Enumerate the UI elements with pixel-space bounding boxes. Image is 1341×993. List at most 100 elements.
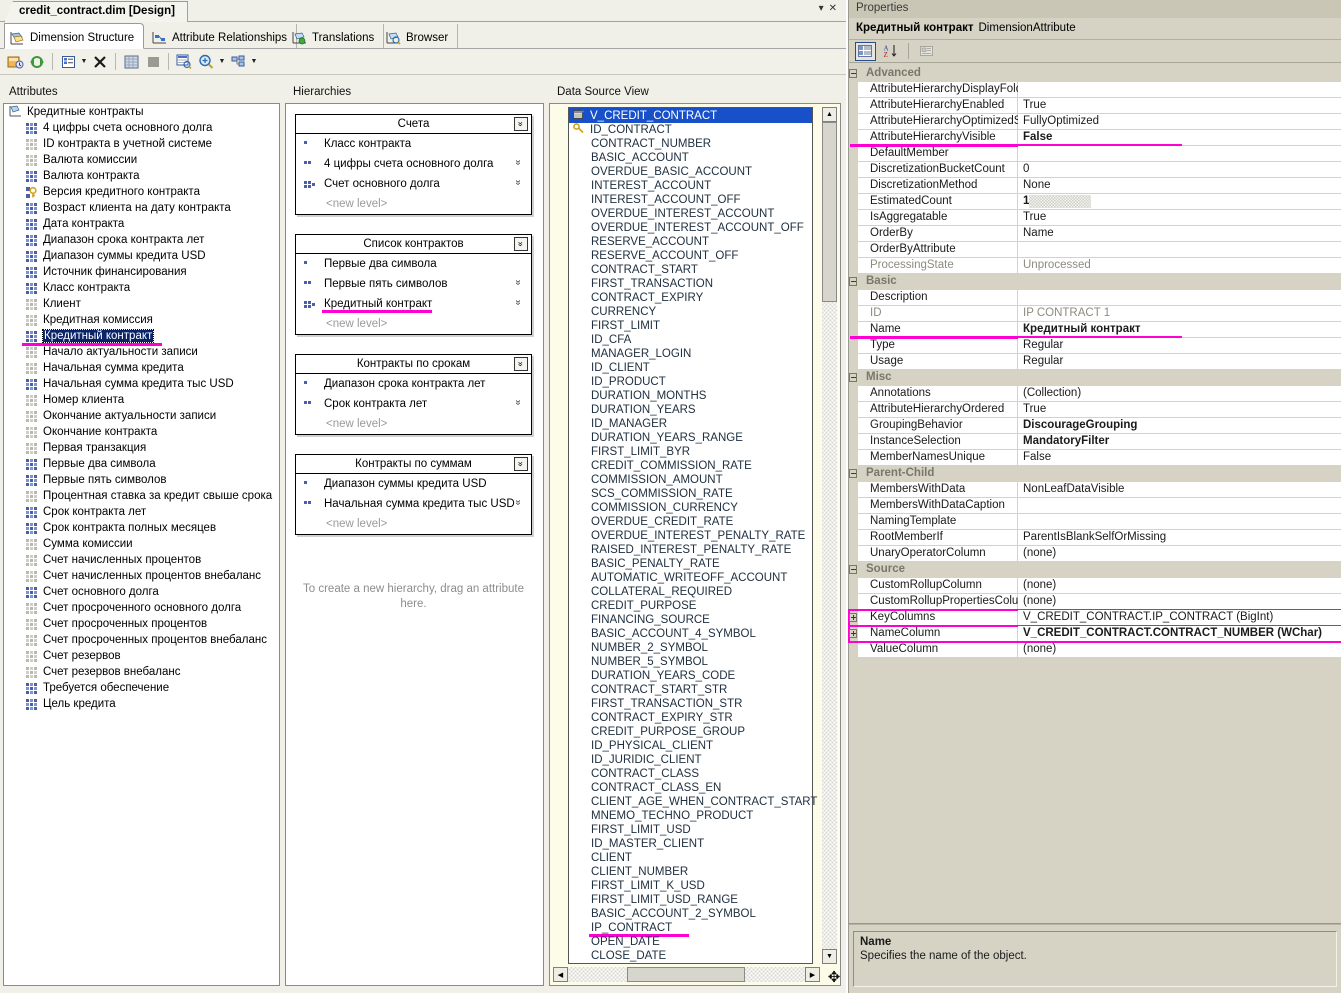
dsv-column-row[interactable]: BASIC_PENALTY_RATE: [569, 557, 812, 571]
dsv-column-row[interactable]: ID_PHYSICAL_CLIENT: [569, 739, 812, 753]
property-value[interactable]: [1018, 290, 1341, 305]
dsv-column-row[interactable]: MANAGER_LOGIN: [569, 347, 812, 361]
property-row[interactable]: ID IP CONTRACT 1: [849, 306, 1341, 322]
dsv-column-row[interactable]: DURATION_YEARS_RANGE: [569, 431, 812, 445]
property-value[interactable]: Unprocessed: [1018, 258, 1341, 273]
property-category-row[interactable]: Parent-Child: [849, 466, 1341, 482]
hierarchy-title-bar[interactable]: Список контрактов »: [296, 235, 531, 254]
property-category-row[interactable]: Advanced: [849, 66, 1341, 82]
dsv-column-row[interactable]: ID_PRODUCT: [569, 375, 812, 389]
collapse-icon[interactable]: [849, 69, 857, 78]
dsv-column-row[interactable]: OVERDUE_CREDIT_RATE: [569, 515, 812, 529]
attribute-list-item[interactable]: Цель кредита: [4, 696, 279, 712]
dsv-horizontal-scrollbar[interactable]: ◀ ▶: [553, 967, 820, 982]
property-value[interactable]: NonLeafDataVisible: [1018, 482, 1341, 497]
property-row[interactable]: NameColumn V_CREDIT_CONTRACT.CONTRACT_NUM…: [848, 625, 1341, 643]
attribute-list-item[interactable]: Счет просроченных процентов внебаланс: [4, 632, 279, 648]
property-value[interactable]: [1018, 498, 1341, 513]
property-value[interactable]: 1: [1018, 194, 1341, 209]
dsv-column-row[interactable]: ID_JURIDIC_CLIENT: [569, 753, 812, 767]
dsv-column-row[interactable]: NUMBER_2_SYMBOL: [569, 641, 812, 655]
dsv-column-row[interactable]: CONTRACT_EXPIRY: [569, 291, 812, 305]
dsv-column-row[interactable]: CLIENT_NUMBER: [569, 865, 812, 879]
property-value[interactable]: 0: [1018, 162, 1341, 177]
dsv-column-row[interactable]: CREDIT_PURPOSE_GROUP: [569, 725, 812, 739]
dsv-column-row[interactable]: FIRST_LIMIT_USD: [569, 823, 812, 837]
hierarchy-title-bar[interactable]: Счета »: [296, 115, 531, 134]
show-attributes-list-icon[interactable]: [57, 51, 79, 72]
attribute-list-item[interactable]: Диапазон суммы кредита USD: [4, 248, 279, 264]
dsv-column-row[interactable]: COMMISSION_CURRENCY: [569, 501, 812, 515]
property-row[interactable]: Usage Regular: [849, 354, 1341, 370]
property-value[interactable]: [1018, 146, 1341, 161]
property-value[interactable]: FullyOptimized: [1018, 114, 1341, 129]
property-value[interactable]: (none): [1018, 578, 1341, 593]
dsv-column-row[interactable]: DURATION_MONTHS: [569, 389, 812, 403]
dsv-column-row[interactable]: ID_MASTER_CLIENT: [569, 837, 812, 851]
chevron-double-down-icon[interactable]: »: [513, 400, 524, 406]
hierarchy-level-row[interactable]: Начальная сумма кредита тыс USD»: [296, 494, 531, 514]
hierarchy-level-row[interactable]: Первые пять символов »: [296, 274, 531, 294]
property-row[interactable]: InstanceSelection MandatoryFilter: [849, 434, 1341, 450]
properties-grid[interactable]: Advanced AttributeHierarchyDisplayFolder A…: [848, 66, 1341, 658]
dsv-column-row[interactable]: NUMBER_5_SYMBOL: [569, 655, 812, 669]
property-row[interactable]: MembersWithDataCaption: [849, 498, 1341, 514]
new-level-placeholder[interactable]: <new level>: [296, 314, 531, 334]
tab-list-dropdown-icon[interactable]: ▾: [819, 3, 829, 14]
property-value[interactable]: (none): [1018, 594, 1341, 609]
dsv-column-row[interactable]: OVERDUE_BASIC_ACCOUNT: [569, 165, 812, 179]
chevron-double-down-icon[interactable]: »: [513, 180, 524, 186]
dsv-column-row[interactable]: RAISED_INTEREST_PENALTY_RATE: [569, 543, 812, 557]
dsv-column-row[interactable]: INTEREST_ACCOUNT: [569, 179, 812, 193]
attribute-list-item[interactable]: Кредитная комиссия: [4, 312, 279, 328]
attribute-list-item[interactable]: Первая транзакция: [4, 440, 279, 456]
expand-icon[interactable]: [849, 629, 857, 638]
dsv-column-row[interactable]: CREDIT_COMMISSION_RATE: [569, 459, 812, 473]
property-category-row[interactable]: Source: [849, 562, 1341, 578]
hierarchy-box[interactable]: Список контрактов » Первые два символа Перв…: [295, 234, 532, 335]
dsv-vertical-scrollbar[interactable]: ▲ ▼: [822, 107, 837, 964]
dsv-column-row[interactable]: FIRST_TRANSACTION: [569, 277, 812, 291]
property-row[interactable]: NamingTemplate: [849, 514, 1341, 530]
document-tab-buttons[interactable]: ▾✕: [819, 3, 842, 14]
property-row[interactable]: DiscretizationBucketCount 0: [849, 162, 1341, 178]
property-row[interactable]: AttributeHierarchyOrdered True: [849, 402, 1341, 418]
hierarchy-level-row[interactable]: Класс контракта: [296, 134, 531, 154]
close-icon[interactable]: ✕: [829, 3, 842, 14]
property-row[interactable]: EstimatedCount 1: [849, 194, 1341, 210]
attribute-list-item[interactable]: Окончание контракта: [4, 424, 279, 440]
dsv-column-row[interactable]: CLIENT: [569, 851, 812, 865]
property-value[interactable]: IP CONTRACT 1: [1018, 306, 1341, 321]
attribute-list-item[interactable]: Первые пять символов: [4, 472, 279, 488]
dsv-column-row[interactable]: CREDIT_PURPOSE: [569, 599, 812, 613]
property-row[interactable]: AttributeHierarchyVisible False: [849, 130, 1341, 147]
property-value[interactable]: Regular: [1018, 354, 1341, 369]
property-value[interactable]: [1018, 242, 1341, 257]
hierarchy-level-row[interactable]: Срок контракта лет »: [296, 394, 531, 414]
chevron-double-down-icon[interactable]: »: [513, 160, 524, 166]
property-row[interactable]: OrderBy Name: [849, 226, 1341, 242]
dsv-column-row[interactable]: BASIC_ACCOUNT_4_SYMBOL: [569, 627, 812, 641]
hierarchy-level-row[interactable]: Диапазон срока контракта лет: [296, 374, 531, 394]
property-row[interactable]: GroupingBehavior DiscourageGrouping: [849, 418, 1341, 434]
property-row[interactable]: Type Regular: [849, 338, 1341, 354]
property-row[interactable]: Annotations (Collection): [849, 386, 1341, 402]
property-row[interactable]: Name Кредитный контракт: [849, 322, 1341, 339]
splitter-resize-handle[interactable]: ✥: [824, 966, 844, 988]
dsv-column-row[interactable]: IP_CONTRACT: [569, 921, 812, 937]
attribute-list-item[interactable]: Класс контракта: [4, 280, 279, 296]
attribute-list-item[interactable]: Счет просроченного основного долга: [4, 600, 279, 616]
dsv-column-row[interactable]: FIRST_LIMIT_USD_RANGE: [569, 893, 812, 907]
property-value[interactable]: MandatoryFilter: [1018, 434, 1341, 449]
dsv-column-row[interactable]: SCS_COMMISSION_RATE: [569, 487, 812, 501]
chevron-double-down-icon[interactable]: »: [513, 500, 524, 506]
property-row[interactable]: AttributeHierarchyOptimizedState FullyOpt…: [849, 114, 1341, 130]
attribute-list-item[interactable]: Возраст клиента на дату контракта: [4, 200, 279, 216]
hierarchy-title-bar[interactable]: Контракты по суммам »: [296, 455, 531, 474]
refresh-icon[interactable]: [26, 51, 48, 72]
attribute-list-item[interactable]: Сумма комиссии: [4, 536, 279, 552]
attribute-list-item[interactable]: Срок контракта полных месяцев: [4, 520, 279, 536]
dsv-column-row[interactable]: OVERDUE_INTEREST_ACCOUNT: [569, 207, 812, 221]
property-value[interactable]: Name: [1018, 226, 1341, 241]
hierarchies-panel[interactable]: Счета » Класс контракта 4 цифры счета основ…: [285, 103, 544, 986]
